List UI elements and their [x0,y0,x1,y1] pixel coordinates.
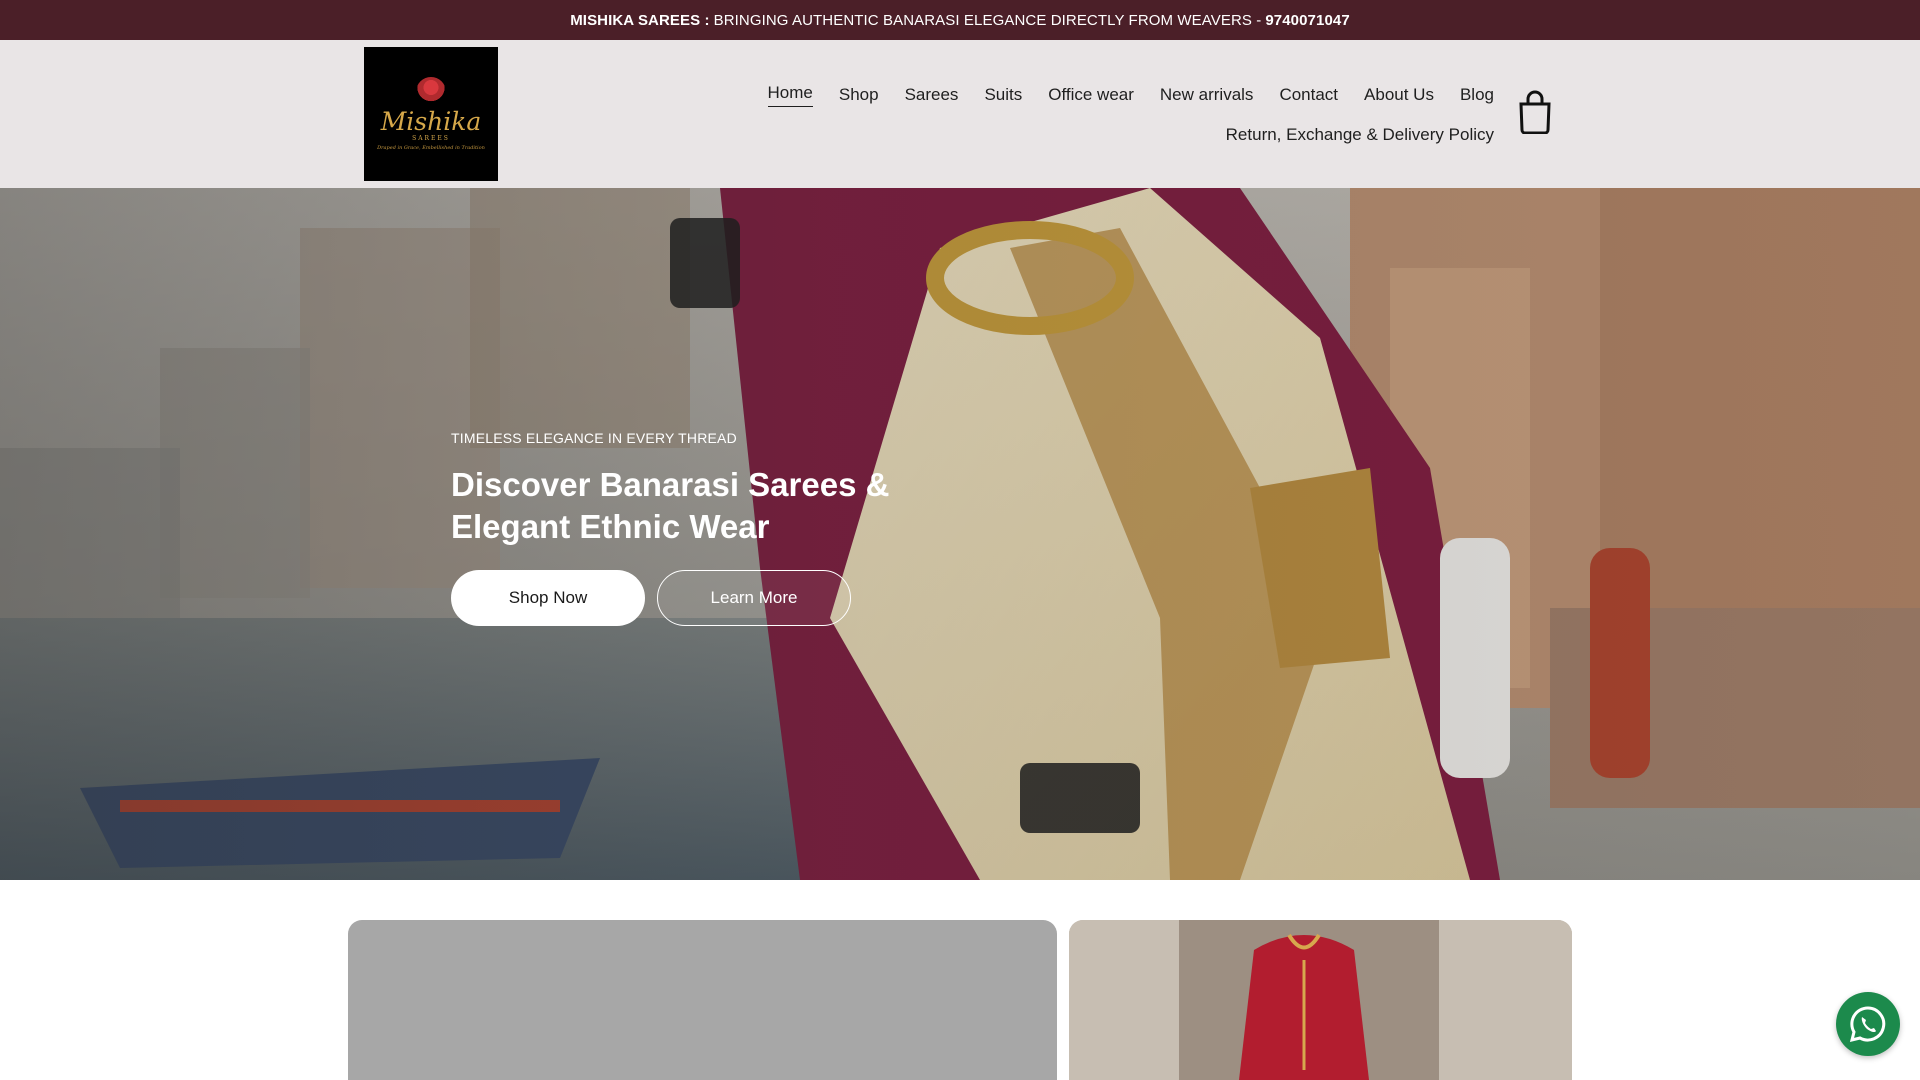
hero-actions: Shop Now Learn More [451,570,851,626]
whatsapp-chat-button[interactable] [1836,992,1900,1056]
announcement-message: BRINGING AUTHENTIC BANARASI ELEGANCE DIR… [713,11,1262,29]
logo-sub: SAREES [412,135,450,142]
announcement-bar: MISHIKA SAREES : BRINGING AUTHENTIC BANA… [0,0,1920,40]
hero-banner: TIMELESS ELEGANCE IN EVERY THREAD Discov… [0,188,1920,880]
logo-brand: Mishika [380,107,482,136]
nav-home[interactable]: Home [767,83,813,107]
nav-sarees[interactable]: Sarees [905,85,959,105]
collection-card-left[interactable] [348,920,1057,1080]
nav-office-wear[interactable]: Office wear [1048,85,1134,105]
nav-shop[interactable]: Shop [839,85,879,105]
main-nav: Home Shop Sarees Suits Office wear New a… [767,83,1494,107]
nav-about-us[interactable]: About Us [1364,85,1434,105]
site-logo[interactable]: Mishika SAREES Draped in Grace, Embellis… [364,47,498,181]
nav-contact[interactable]: Contact [1279,85,1338,105]
cart-button[interactable] [1518,90,1552,135]
site-header: Mishika SAREES Draped in Grace, Embellis… [0,40,1920,188]
learn-more-button[interactable]: Learn More [657,570,851,626]
nav-blog[interactable]: Blog [1460,85,1494,105]
hero-content: TIMELESS ELEGANCE IN EVERY THREAD Discov… [451,430,911,548]
shopping-bag-icon [1519,90,1551,135]
hero-overlay [0,188,1920,880]
announcement-phone[interactable]: 9740071047 [1265,12,1349,29]
shop-now-button[interactable]: Shop Now [451,570,645,626]
collection-card-right[interactable] [1069,920,1572,1080]
announcement-brand: MISHIKA SAREES : [570,11,710,29]
secondary-nav: Return, Exchange & Delivery Policy [1226,123,1494,147]
hero-eyebrow: TIMELESS ELEGANCE IN EVERY THREAD [451,430,737,446]
nav-new-arrivals[interactable]: New arrivals [1160,85,1254,105]
hero-title: Discover Banarasi Sarees & Elegant Ethni… [451,466,890,545]
nav-return-policy[interactable]: Return, Exchange & Delivery Policy [1226,125,1494,145]
suit-model-image [1069,920,1572,1080]
whatsapp-icon [1849,1006,1886,1043]
nav-suits[interactable]: Suits [984,85,1022,105]
logo-tagline: Draped in Grace, Embellished in Traditio… [377,145,485,151]
logo-figure-icon [416,77,446,107]
